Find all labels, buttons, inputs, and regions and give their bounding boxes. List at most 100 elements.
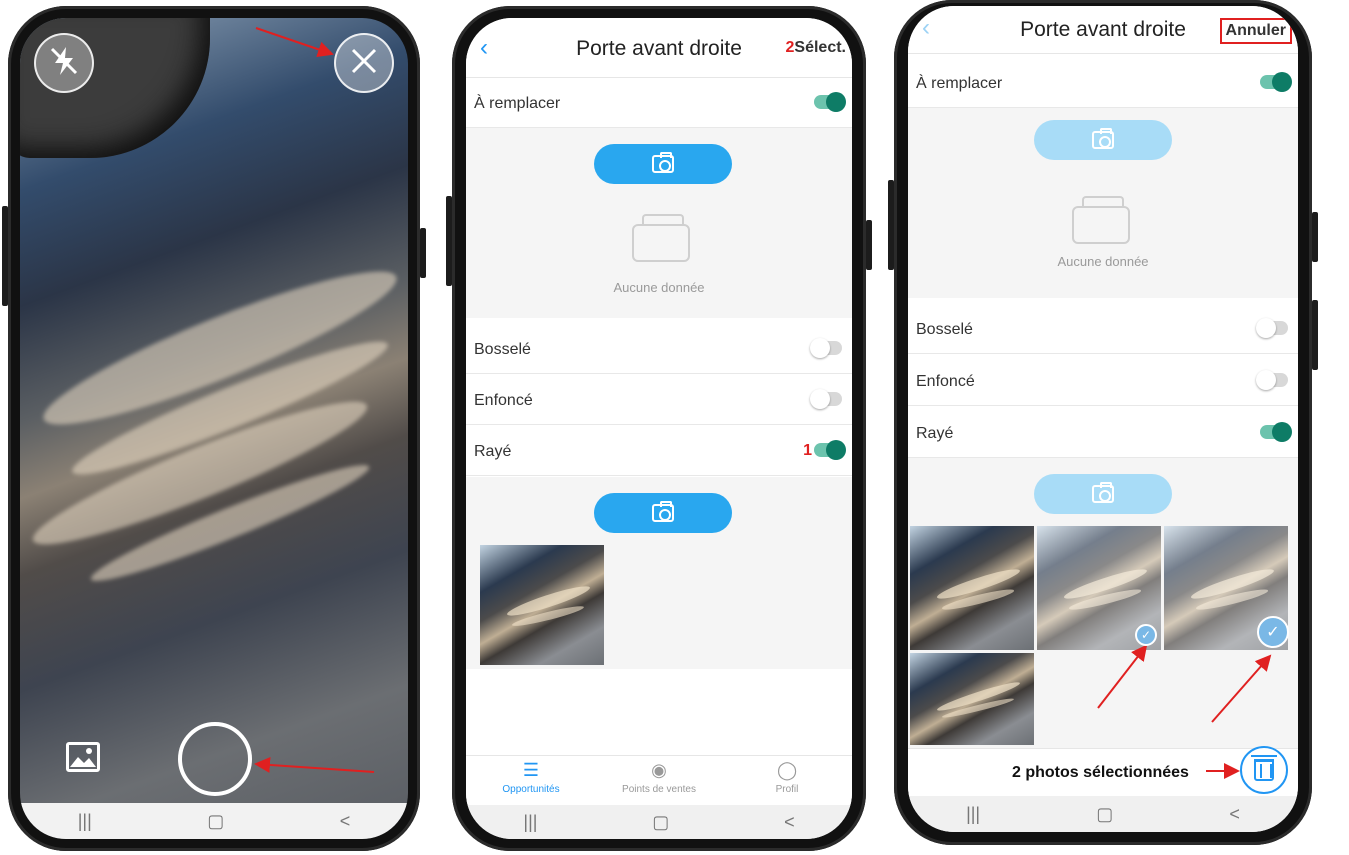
- toggle-knob: [1256, 318, 1276, 338]
- row-raye: Rayé 1: [466, 426, 852, 476]
- row-enfonce: Enfoncé: [908, 356, 1298, 406]
- system-navigation-bar: ||| ▢ <: [908, 796, 1298, 832]
- tab-points-de-ventes[interactable]: ◉ Points de ventes: [604, 760, 714, 795]
- photo-panel-raye: [466, 477, 852, 669]
- empty-state-text: Aucune donnée: [1057, 254, 1149, 269]
- toggle-knob: [1272, 422, 1292, 442]
- a-remplacer-toggle[interactable]: [814, 92, 846, 112]
- back-nav-button[interactable]: <: [340, 811, 351, 832]
- phone-side-button: [446, 196, 452, 286]
- enfonce-toggle[interactable]: [1256, 370, 1288, 390]
- step-marker-1: 1: [803, 442, 812, 459]
- empty-inbox-icon: [1072, 196, 1130, 244]
- photo-thumbnail[interactable]: [480, 545, 604, 665]
- recent-apps-button[interactable]: |||: [78, 811, 92, 832]
- take-photo-button: [1034, 120, 1172, 160]
- tab-profil[interactable]: ◯ Profil: [732, 760, 842, 795]
- phone-side-button: [866, 220, 872, 270]
- list-icon: ☰: [522, 760, 540, 780]
- raye-toggle[interactable]: [814, 440, 846, 460]
- home-button[interactable]: ▢: [207, 811, 224, 832]
- home-button[interactable]: ▢: [652, 812, 669, 833]
- selected-check-icon[interactable]: ✓: [1135, 624, 1157, 646]
- row-a-remplacer: À remplacer: [466, 78, 852, 128]
- shutter-button[interactable]: [178, 722, 252, 796]
- close-camera-button[interactable]: [334, 33, 394, 93]
- row-bossele: Bosselé: [908, 304, 1298, 354]
- bossele-toggle[interactable]: [810, 338, 842, 358]
- phone-side-button: [420, 228, 426, 278]
- delete-button[interactable]: [1240, 746, 1288, 794]
- enfonce-toggle[interactable]: [810, 389, 842, 409]
- back-nav-button[interactable]: <: [1229, 804, 1240, 825]
- photo-thumbnail[interactable]: [910, 653, 1034, 745]
- photo-panel-a-remplacer: Aucune donnée: [908, 108, 1298, 298]
- bossele-toggle[interactable]: [1256, 318, 1288, 338]
- row-enfonce: Enfoncé: [466, 375, 852, 425]
- select-label: Sélect.: [794, 39, 846, 56]
- phone-side-button: [1312, 212, 1318, 262]
- empty-inbox-icon: [632, 214, 690, 262]
- a-remplacer-toggle[interactable]: [1260, 72, 1292, 92]
- recent-apps-button[interactable]: |||: [523, 812, 537, 833]
- toggle-knob: [810, 338, 830, 358]
- phone-side-button: [2, 206, 8, 306]
- row-label: Rayé: [916, 425, 954, 442]
- phone-detail: ‹ Porte avant droite 2Sélect. À remplace…: [446, 6, 872, 851]
- photo-panel-a-remplacer: Aucune donnée: [466, 128, 852, 318]
- phone-side-button: [888, 180, 894, 270]
- app-header: ‹ Porte avant droite Annuler: [908, 6, 1298, 54]
- row-label: Rayé: [474, 443, 512, 460]
- bottom-tab-bar: ☰ Opportunités ◉ Points de ventes ◯ Profil: [466, 755, 852, 805]
- location-pin-icon: ◉: [651, 760, 667, 780]
- tab-label: Profil: [775, 784, 799, 795]
- selected-check-icon[interactable]: ✓: [1257, 616, 1289, 648]
- empty-state-text: Aucune donnée: [613, 280, 705, 295]
- image-icon[interactable]: [66, 742, 100, 772]
- select-button[interactable]: 2Sélect.: [786, 39, 847, 57]
- toggle-knob: [826, 440, 846, 460]
- toggle-knob: [1256, 370, 1276, 390]
- take-photo-button[interactable]: [594, 144, 732, 184]
- selection-count-text: 2 photos sélectionnées: [1012, 764, 1189, 781]
- phone-selection: ‹ Porte avant droite Annuler À remplacer…: [888, 0, 1318, 845]
- cancel-button[interactable]: Annuler: [1219, 18, 1292, 44]
- flash-toggle-button[interactable]: [34, 33, 94, 93]
- trash-icon: [1251, 755, 1277, 781]
- toggle-knob: [826, 92, 846, 112]
- tab-opportunites[interactable]: ☰ Opportunités: [476, 760, 586, 795]
- system-navigation-bar: ||| ▢ <: [466, 805, 852, 839]
- row-label: Enfoncé: [916, 373, 975, 390]
- row-label: Enfoncé: [474, 392, 533, 409]
- phone-side-button: [1312, 300, 1318, 370]
- close-icon: [347, 44, 381, 83]
- row-raye: Rayé: [908, 408, 1298, 458]
- tab-label: Points de ventes: [622, 784, 696, 795]
- row-a-remplacer: À remplacer: [908, 58, 1298, 108]
- take-photo-button[interactable]: [594, 493, 732, 533]
- flash-off-icon: [47, 44, 81, 83]
- back-nav-button[interactable]: <: [784, 812, 795, 833]
- row-bossele: Bosselé: [466, 324, 852, 374]
- user-icon: ◯: [777, 760, 798, 780]
- toggle-knob: [810, 389, 830, 409]
- photo-thumbnail[interactable]: [910, 526, 1034, 650]
- camera-icon: [1092, 128, 1114, 149]
- row-label: À remplacer: [474, 95, 561, 112]
- recent-apps-button[interactable]: |||: [966, 804, 980, 825]
- tutorial-composite: ||| ▢ < ‹ Porte avant droite 2Sélect. À …: [0, 0, 1349, 855]
- camera-viewfinder: ||| ▢ <: [20, 18, 408, 839]
- detail-screen: ‹ Porte avant droite 2Sélect. À remplace…: [466, 18, 852, 839]
- camera-icon: [1092, 482, 1114, 503]
- row-label: Bosselé: [916, 321, 973, 338]
- camera-icon: [652, 501, 674, 522]
- phone-camera: ||| ▢ <: [2, 6, 426, 851]
- tab-label: Opportunités: [502, 784, 560, 795]
- selection-screen: ‹ Porte avant droite Annuler À remplacer…: [908, 6, 1298, 832]
- raye-toggle[interactable]: [1260, 422, 1292, 442]
- photo-panel-raye: ✓ ✓: [908, 458, 1298, 748]
- home-button[interactable]: ▢: [1096, 804, 1113, 825]
- take-photo-button: [1034, 474, 1172, 514]
- camera-icon: [652, 152, 674, 173]
- row-label: Bosselé: [474, 341, 531, 358]
